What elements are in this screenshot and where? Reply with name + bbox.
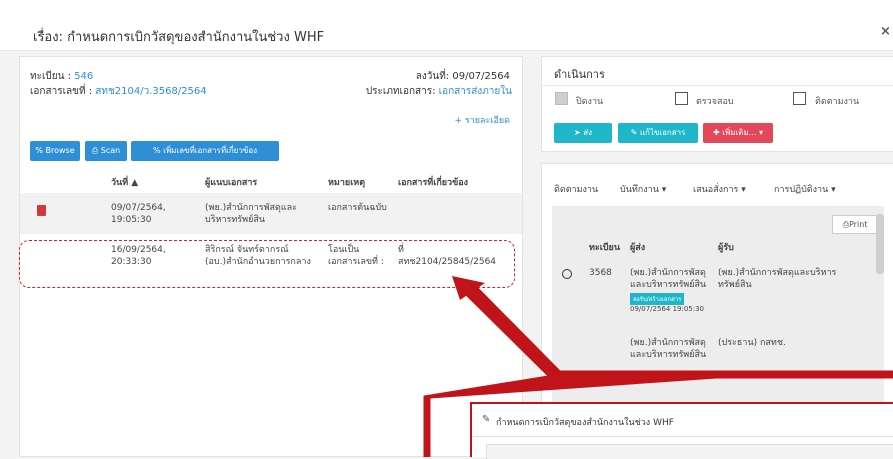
actions-heading: ดำเนินการ [554, 68, 605, 81]
page-title: เรื่อง: กำหนดการเบิกวัสดุของสำนักงานในช่… [33, 30, 325, 45]
send-button[interactable]: ➤ ส่ง [554, 123, 612, 143]
popup-edit-icon: ✎ [482, 414, 491, 425]
tab-record[interactable]: บันทึกงาน ▾ [620, 182, 666, 196]
highlight-box [19, 240, 515, 288]
document-date: ลงวันที่: 09/07/2564 [415, 71, 510, 82]
tab-propose[interactable]: เสนอสั่งการ ▾ [693, 182, 746, 196]
row1-date: 09/07/2564, 19:05:30 [111, 203, 166, 225]
row1-attacher: (พย.)สำนักการพัสดุและ บริหารทรัพย์สิน [205, 203, 297, 225]
track-row1-reg: 3568 [589, 268, 612, 278]
actions-divider [542, 85, 893, 86]
document-type-value: เอกสารส่งภายใน [438, 86, 512, 97]
col-receiver: ผู้รับ [718, 243, 734, 253]
edit-document-button[interactable]: ✎ แก้ไขเอกสาร [618, 123, 698, 143]
track-row1-sender: (พย.)สำนักการพัสดุ และบริหารทรัพย์สิน [630, 268, 707, 290]
col-related: เอกสารที่เกี่ยวข้อง [398, 178, 469, 188]
table-row: 09/07/2564, 19:05:30 (พย.)สำนักการพัสดุแล… [20, 193, 522, 234]
review-label: ตรวจสอบ [696, 97, 734, 107]
tab-operation[interactable]: การปฏิบัติงาน ▾ [774, 182, 836, 196]
attachment-table: วันที่ ▲ ผู้แนบเอกสาร หมายเหตุ เอกสารที่… [19, 167, 523, 457]
browse-button[interactable]: % Browse [30, 141, 80, 161]
actions-panel: ดำเนินการ ปิดงาน ตรวจสอบ ติดตามงาน ➤ ส่ง… [541, 56, 893, 152]
col-sender: ผู้ส่ง [630, 243, 646, 253]
col-date[interactable]: วันที่ ▲ [111, 175, 138, 189]
track-row1-receiver: (พย.)สำนักการพัสดุและบริหาร ทรัพย์สิน [718, 268, 837, 290]
print-button[interactable]: ⎙Print [832, 215, 878, 234]
tab-tracking[interactable]: ติดตามงาน [554, 182, 598, 196]
review-checkbox[interactable] [675, 92, 688, 105]
col-note: หมายเหตุ [328, 178, 366, 188]
popup-divider [472, 436, 893, 437]
status-badge: ลงรับ/สร้างเอกสาร [630, 293, 685, 305]
scan-button[interactable]: ⎙ Scan [85, 141, 127, 161]
add-related-button[interactable]: % เพิ่มเลขที่เอกสารที่เกี่ยวข้อง [131, 141, 279, 161]
follow-checkbox[interactable] [793, 92, 806, 105]
col-attacher: ผู้แนบเอกสาร [205, 178, 258, 188]
document-number-link[interactable]: สทช2104/ว.3568/2564 [95, 86, 206, 97]
document-number: เอกสารเลขที่ : สทช2104/ว.3568/2564 [30, 86, 207, 97]
edit-icon: ✎ [630, 128, 638, 137]
wrench-icon: ✚ [713, 128, 720, 137]
scrollbar[interactable] [876, 214, 884, 274]
link-icon: % [152, 146, 161, 155]
col-registration: ทะเบียน [589, 243, 620, 253]
pdf-icon[interactable] [37, 205, 46, 216]
row1-note: เอกสารต้นฉบับ [328, 203, 387, 213]
printer-icon: ⎙ [91, 146, 99, 155]
document-type: ประเภทเอกสาร: เอกสารส่งภายใน [365, 86, 512, 97]
close-job-label: ปิดงาน [576, 97, 604, 107]
link-icon: % [35, 146, 43, 155]
close-icon[interactable]: × [880, 24, 891, 39]
paper-plane-icon: ➤ [573, 128, 581, 137]
zoom-popup: ✎ กำหนดการเบิกวัสดุของสำนักงานในช่วง WHF [470, 402, 893, 459]
table-header-row: วันที่ ▲ ผู้แนบเอกสาร หมายเหตุ เอกสารที่… [20, 167, 522, 193]
document-panel: ทะเบียน : 546 เอกสารเลขที่ : สทช2104/ว.3… [19, 56, 523, 168]
modal-header: เรื่อง: กำหนดการเบิกวัสดุของสำนักงานในช่… [0, 0, 893, 51]
track-row2-sender: (พย.)สำนักการพัสดุ และบริหารทรัพย์สิน [630, 338, 707, 360]
track-row2-receiver: (ประธาน) กสทช. [718, 338, 786, 348]
popup-title: กำหนดการเบิกวัสดุของสำนักงานในช่วง WHF [496, 418, 674, 428]
follow-label: ติดตามงาน [815, 97, 860, 107]
registration: ทะเบียน : 546 [30, 71, 94, 82]
detail-link[interactable]: + รายละเอียด [454, 113, 510, 127]
registration-number: 546 [74, 71, 94, 82]
track-row1-time: 09/07/2564 19:05:30 [630, 305, 705, 313]
more-dropdown-button[interactable]: ✚ เพิ่มเติม... ▾ [703, 123, 773, 143]
close-job-checkbox[interactable] [555, 92, 568, 105]
clock-icon [562, 269, 572, 279]
